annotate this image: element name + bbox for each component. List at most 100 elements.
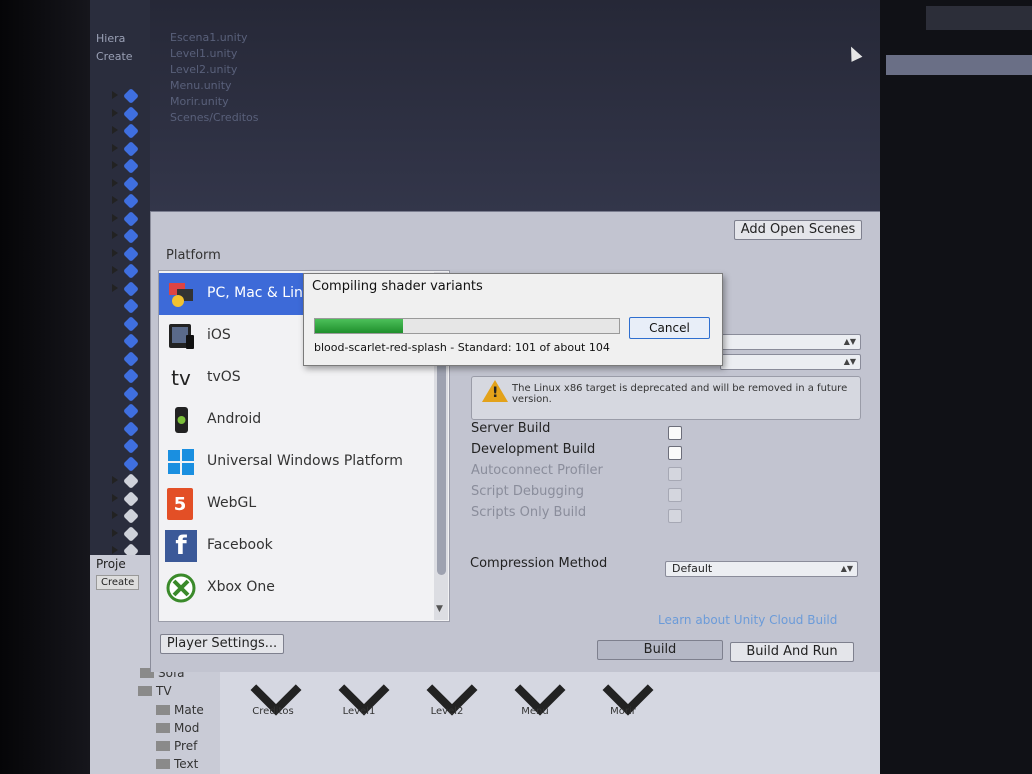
asset-label: Level1 — [342, 706, 376, 717]
hierarchy-create[interactable]: Create — [96, 48, 133, 66]
expand-arrow-icon[interactable] — [112, 283, 118, 292]
scripts-only-build-label: Scripts Only Build — [471, 505, 587, 520]
platform-item-xbox-one[interactable]: Xbox One — [159, 567, 435, 609]
project-create-button[interactable]: Create — [96, 575, 140, 590]
platform-label: iOS — [207, 327, 231, 343]
folder-item[interactable]: Mate — [156, 703, 204, 717]
hierarchy-object[interactable] — [112, 333, 142, 349]
hierarchy-object[interactable] — [112, 210, 142, 227]
hierarchy-object[interactable] — [112, 158, 142, 174]
platform-item-webgl[interactable]: 5 WebGL — [159, 483, 435, 525]
platform-label: Android — [207, 411, 262, 427]
scenes-in-build-area — [150, 0, 880, 212]
platform-item-facebook[interactable]: f Facebook — [159, 525, 435, 567]
scroll-down-arrow-icon[interactable]: ▼ — [436, 604, 443, 614]
hierarchy-object[interactable] — [112, 88, 142, 104]
development-build-label: Development Build — [471, 442, 596, 457]
hierarchy-object[interactable] — [112, 455, 142, 472]
hierarchy-object[interactable] — [112, 228, 142, 244]
player-settings-button[interactable]: Player Settings... — [160, 634, 284, 654]
scene-item[interactable]: Escena1.unity — [170, 30, 259, 46]
hierarchy-object[interactable] — [112, 245, 142, 262]
warning-icon — [482, 380, 508, 404]
expand-arrow-icon[interactable] — [112, 493, 118, 502]
hierarchy-tab[interactable]: Hiera — [96, 30, 133, 48]
platform-item-android[interactable]: Android — [159, 399, 435, 441]
hierarchy-object[interactable] — [112, 105, 142, 122]
autoconnect-profiler-checkbox[interactable] — [668, 467, 682, 481]
hierarchy-object[interactable] — [112, 315, 142, 332]
hierarchy-object[interactable] — [112, 123, 142, 139]
expand-arrow-icon[interactable] — [112, 161, 118, 169]
expand-arrow-icon[interactable] — [112, 213, 118, 222]
hierarchy-object[interactable] — [112, 420, 142, 437]
android-device-icon — [165, 404, 197, 436]
asset-label: Level2 — [430, 706, 464, 717]
hierarchy-object[interactable] — [112, 193, 142, 209]
scene-view-panel — [880, 0, 1032, 774]
expand-arrow-icon[interactable] — [112, 528, 118, 537]
compression-method-value: Default — [672, 562, 713, 575]
cancel-button[interactable]: Cancel — [629, 317, 710, 339]
compression-method-label: Compression Method — [470, 556, 608, 571]
project-tab[interactable]: Proje — [96, 557, 126, 571]
expand-arrow-icon[interactable] — [112, 248, 118, 257]
unity-scene-icon[interactable] — [250, 672, 290, 702]
expand-arrow-icon[interactable] — [112, 143, 118, 152]
folder-item[interactable]: Text — [156, 757, 198, 771]
architecture-dropdown[interactable]: ▲▼ — [720, 354, 861, 370]
hierarchy-object[interactable] — [112, 140, 142, 157]
xbox-logo-icon — [165, 572, 197, 604]
build-and-run-button[interactable]: Build And Run — [730, 642, 854, 662]
add-open-scenes-button[interactable]: Add Open Scenes — [734, 220, 862, 240]
expand-arrow-icon[interactable] — [112, 108, 118, 117]
folder-item[interactable]: TV — [138, 684, 172, 698]
development-build-checkbox[interactable] — [668, 446, 682, 460]
scene-item[interactable]: Level1.unity — [170, 46, 259, 62]
expand-arrow-icon[interactable] — [112, 91, 118, 99]
hierarchy-object[interactable] — [112, 350, 142, 367]
unity-scene-icon[interactable] — [426, 672, 466, 702]
expand-arrow-icon[interactable] — [112, 476, 118, 484]
server-build-checkbox[interactable] — [668, 426, 682, 440]
hierarchy-object[interactable] — [112, 175, 142, 192]
scene-item[interactable]: Level2.unity — [170, 62, 259, 78]
unity-scene-icon[interactable] — [338, 672, 378, 702]
hierarchy-object[interactable] — [112, 385, 142, 402]
build-button[interactable]: Build — [597, 640, 723, 660]
folder-item[interactable]: Mod — [156, 721, 199, 735]
expand-arrow-icon[interactable] — [112, 196, 118, 204]
compression-method-dropdown[interactable]: Default ▲▼ — [665, 561, 858, 577]
platform-label: Universal Windows Platform — [207, 453, 403, 469]
hierarchy-object[interactable] — [112, 368, 142, 384]
play-controls[interactable] — [926, 6, 1032, 30]
hierarchy-object[interactable] — [112, 298, 142, 314]
scene-item[interactable]: Morir.unity — [170, 94, 259, 110]
expand-arrow-icon[interactable] — [112, 511, 118, 519]
expand-arrow-icon[interactable] — [112, 178, 118, 187]
expand-arrow-icon[interactable] — [112, 266, 118, 274]
unity-scene-icon[interactable] — [602, 672, 642, 702]
hierarchy-object[interactable] — [112, 263, 142, 279]
expand-arrow-icon[interactable] — [112, 546, 118, 554]
hierarchy-object[interactable] — [112, 280, 142, 297]
folder-item[interactable]: Pref — [156, 739, 197, 753]
expand-arrow-icon[interactable] — [112, 231, 118, 239]
hierarchy-object[interactable] — [112, 525, 142, 542]
scene-item[interactable]: Scenes/Creditos — [170, 110, 259, 126]
cloud-build-link[interactable]: Learn about Unity Cloud Build — [658, 613, 837, 627]
hierarchy-object[interactable] — [112, 508, 142, 524]
expand-arrow-icon[interactable] — [112, 126, 118, 134]
hierarchy-object[interactable] — [112, 490, 142, 507]
platform-item-uwp[interactable]: Universal Windows Platform — [159, 441, 435, 483]
unity-scene-icon[interactable] — [514, 672, 554, 702]
scene-item[interactable]: Menu.unity — [170, 78, 259, 94]
hierarchy-object[interactable] — [112, 403, 142, 419]
target-platform-dropdown[interactable]: ▲▼ — [720, 334, 861, 350]
hierarchy-object[interactable] — [112, 438, 142, 454]
scripts-only-build-checkbox[interactable] — [668, 509, 682, 523]
gameobject-cube-icon — [123, 105, 139, 122]
gameobject-cube-icon — [123, 420, 139, 437]
hierarchy-object[interactable] — [112, 473, 142, 489]
script-debugging-checkbox[interactable] — [668, 488, 682, 502]
